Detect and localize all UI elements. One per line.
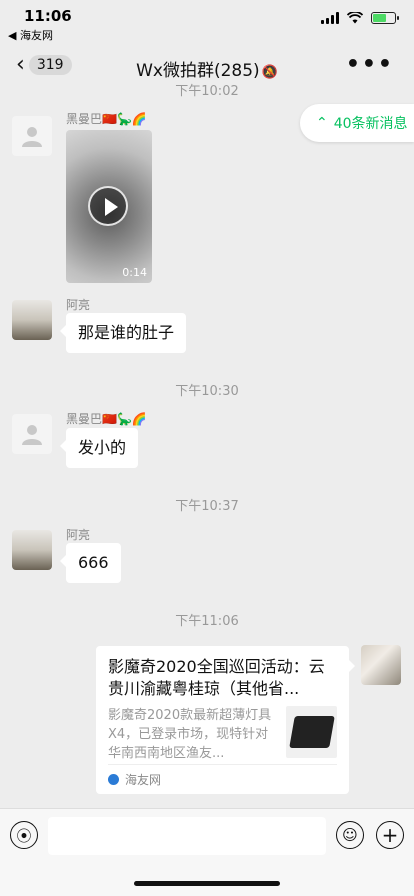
chat-title-text: Wx微拍群(285) [136, 61, 260, 81]
signal-icon [321, 12, 339, 24]
play-icon[interactable] [88, 186, 128, 226]
video-duration: 0:14 [122, 266, 147, 279]
link-card-source-name: 海友网 [125, 773, 162, 787]
avatar[interactable] [12, 414, 52, 454]
link-card-description: 影魔奇2020款最新超薄灯具X4，已登录市场，现特针对华南西南地区渔友... [108, 708, 272, 761]
double-chevron-up-icon: ⌃ [316, 115, 328, 131]
sender-name: 阿亮 [66, 298, 91, 312]
timestamp-divider: 下午10:30 [175, 384, 239, 399]
back-to-app-link[interactable]: ◀ 海友网 [8, 27, 53, 43]
default-avatar-icon [22, 425, 42, 445]
new-messages-pill[interactable]: ⌃ 40条新消息 [300, 104, 414, 142]
wifi-icon [347, 12, 363, 24]
new-messages-label: 40条新消息 [333, 116, 408, 132]
sender-name: 阿亮 [66, 528, 91, 542]
message-bubble[interactable]: 发小的 [59, 428, 139, 468]
my-avatar[interactable] [361, 645, 401, 685]
video-message[interactable]: 0:14 [66, 130, 152, 283]
sender-name: 黑曼巴🇨🇳🦕🌈 [66, 112, 147, 126]
home-indicator [134, 881, 280, 886]
plus-icon[interactable]: + [376, 821, 404, 849]
timestamp-divider: 下午11:06 [175, 614, 239, 629]
link-card-title: 影魔奇2020全国巡回活动：云贵川渝藏粤桂琼（其他省... [108, 657, 325, 698]
source-logo-icon [108, 774, 119, 785]
timestamp-divider: 下午10:37 [175, 499, 239, 514]
link-card[interactable]: 影魔奇2020全国巡回活动：云贵川渝藏粤桂琼（其他省... 影魔奇2020款最新… [96, 646, 355, 794]
message-bubble[interactable]: 那是谁的肚子 [59, 313, 187, 353]
message-bubble[interactable]: 666 [60, 543, 121, 583]
status-icons [321, 12, 399, 24]
emoji-icon[interactable]: ☺ [336, 821, 364, 849]
avatar[interactable] [12, 530, 52, 570]
link-card-thumbnail [285, 706, 337, 758]
more-options-icon[interactable]: ••• [346, 52, 394, 77]
status-time: 11:06 [24, 7, 72, 25]
status-bar: 11:06 ◀ 海友网 [0, 0, 414, 44]
message-input[interactable] [48, 817, 326, 855]
sender-name: 黑曼巴🇨🇳🦕🌈 [66, 412, 147, 426]
link-card-source: 海友网 [108, 764, 337, 788]
voice-icon[interactable]: ⦿ [10, 821, 38, 849]
default-avatar-icon [22, 127, 42, 147]
avatar[interactable] [12, 116, 52, 156]
avatar[interactable] [12, 300, 52, 340]
timestamp-divider: 下午10:02 [175, 84, 239, 99]
mute-bell-icon: 🔕 [261, 65, 278, 80]
battery-icon [371, 12, 399, 24]
